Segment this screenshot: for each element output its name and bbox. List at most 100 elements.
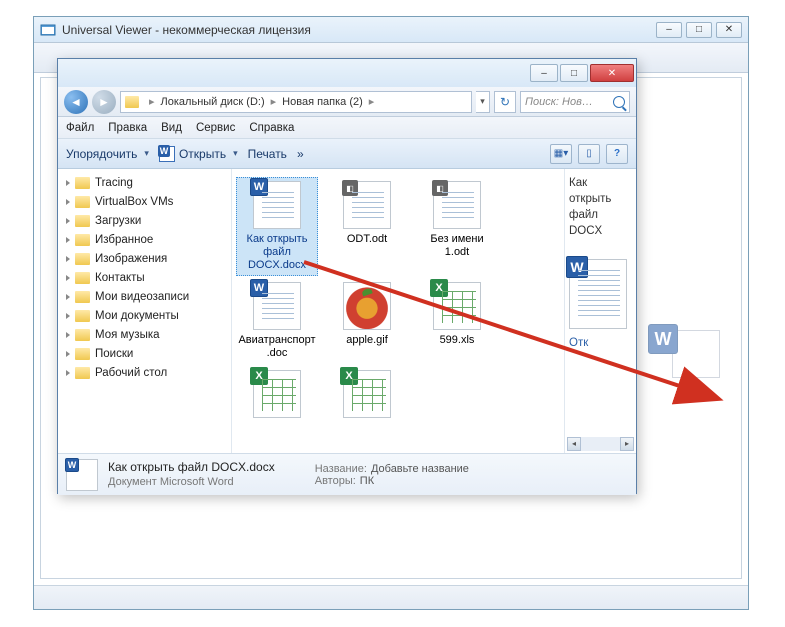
file-item[interactable]: X xyxy=(326,366,408,426)
uv-maximize-button[interactable]: □ xyxy=(686,22,712,38)
uv-minimize-button[interactable]: – xyxy=(656,22,682,38)
more-commands-button[interactable]: » xyxy=(297,147,304,161)
file-thumbnail: X xyxy=(343,370,391,418)
file-name: Авиатранспорт.doc xyxy=(238,334,316,360)
tree-item[interactable]: Моя музыка xyxy=(60,325,229,344)
tree-item-label: Мои видеозаписи xyxy=(95,291,189,303)
explorer-command-bar: Упорядочить Открыть Печать » ▦▾ ▯ ? xyxy=(58,139,636,169)
tree-item[interactable]: Изображения xyxy=(60,249,229,268)
expand-icon[interactable] xyxy=(66,275,70,281)
file-item[interactable]: X599.xls xyxy=(416,278,498,364)
nav-back-button[interactable]: ◄ xyxy=(64,90,88,114)
breadcrumb-dropdown[interactable]: ▾ xyxy=(476,91,490,113)
file-item[interactable]: WАвиатранспорт.doc xyxy=(236,278,318,364)
uv-app-icon xyxy=(40,22,56,38)
chevron-right-icon: ▸ xyxy=(365,95,379,108)
preview-pane-button[interactable]: ▯ xyxy=(578,144,600,164)
uv-statusbar xyxy=(34,585,748,609)
help-button[interactable]: ? xyxy=(606,144,628,164)
explorer-close-button[interactable]: ✕ xyxy=(590,64,634,82)
folder-icon xyxy=(75,253,90,265)
breadcrumb-part[interactable]: Новая папка (2) xyxy=(282,96,363,108)
refresh-button[interactable]: ↻ xyxy=(494,91,516,113)
details-title-label: Название: xyxy=(315,463,367,475)
file-name: apple.gif xyxy=(346,334,388,347)
chevron-right-icon: ▸ xyxy=(145,95,159,108)
search-input[interactable]: Поиск: Нов… xyxy=(520,91,630,113)
explorer-minimize-button[interactable]: – xyxy=(530,64,558,82)
file-thumbnail: W xyxy=(253,181,301,229)
file-item[interactable]: X xyxy=(236,366,318,426)
organize-button[interactable]: Упорядочить xyxy=(66,147,149,161)
scroll-right-button[interactable]: ▸ xyxy=(620,437,634,451)
tree-item[interactable]: Мои видеозаписи xyxy=(60,287,229,306)
file-item[interactable]: ◧ Без имени 1.odt xyxy=(416,177,498,276)
folder-icon xyxy=(75,367,90,379)
expand-icon[interactable] xyxy=(66,218,70,224)
expand-icon[interactable] xyxy=(66,199,70,205)
menu-file[interactable]: Файл xyxy=(66,122,94,134)
details-authors-value[interactable]: ПК xyxy=(360,475,374,487)
tree-item[interactable]: Избранное xyxy=(60,230,229,249)
file-thumbnail: ◧ xyxy=(433,181,481,229)
expand-icon[interactable] xyxy=(66,294,70,300)
expand-icon[interactable] xyxy=(66,313,70,319)
file-thumbnail: ◧ xyxy=(343,181,391,229)
open-button[interactable]: Открыть xyxy=(159,146,238,162)
folder-icon xyxy=(75,329,90,341)
tree-item[interactable]: VirtualBox VMs xyxy=(60,192,229,211)
uv-window-controls: – □ ✕ xyxy=(656,22,742,38)
file-name: ODT.odt xyxy=(347,233,387,246)
uv-close-button[interactable]: ✕ xyxy=(716,22,742,38)
file-name: Без имени 1.odt xyxy=(418,233,496,259)
uv-titlebar[interactable]: Universal Viewer - некоммерческая лиценз… xyxy=(34,17,748,43)
details-title-value[interactable]: Добавьте название xyxy=(371,463,469,475)
file-item[interactable]: ◧ ODT.odt xyxy=(326,177,408,276)
preview-line2: Отк xyxy=(569,335,632,351)
menu-service[interactable]: Сервис xyxy=(196,122,235,134)
tree-item-label: Загрузки xyxy=(95,215,141,227)
preview-thumbnail: W xyxy=(569,259,627,329)
expand-icon[interactable] xyxy=(66,180,70,186)
tree-item[interactable]: Tracing xyxy=(60,173,229,192)
menu-help[interactable]: Справка xyxy=(249,122,294,134)
folder-icon xyxy=(75,215,90,227)
expand-icon[interactable] xyxy=(66,351,70,357)
word-icon xyxy=(159,146,175,162)
breadcrumb[interactable]: ▸ Локальный диск (D:) ▸ Новая папка (2) … xyxy=(120,91,472,113)
tree-item[interactable]: Рабочий стол xyxy=(60,363,229,382)
print-button[interactable]: Печать xyxy=(248,147,287,161)
chevron-right-icon: ▸ xyxy=(267,95,281,108)
tree-item-label: Моя музыка xyxy=(95,329,160,341)
details-pane: W Как открыть файл DOCX.docx Документ Mi… xyxy=(58,453,636,495)
explorer-maximize-button[interactable]: □ xyxy=(560,64,588,82)
word-icon: W xyxy=(65,458,79,472)
view-mode-button[interactable]: ▦▾ xyxy=(550,144,572,164)
nav-forward-button[interactable]: ► xyxy=(92,90,116,114)
tree-item[interactable]: Контакты xyxy=(60,268,229,287)
expand-icon[interactable] xyxy=(66,370,70,376)
breadcrumb-part[interactable]: Локальный диск (D:) xyxy=(161,96,265,108)
scroll-left-button[interactable]: ◂ xyxy=(567,437,581,451)
expand-icon[interactable] xyxy=(66,237,70,243)
preview-scrollbar[interactable]: ◂ ▸ xyxy=(567,437,634,451)
details-thumbnail: W xyxy=(66,459,98,491)
tree-item[interactable]: Загрузки xyxy=(60,211,229,230)
expand-icon[interactable] xyxy=(66,332,70,338)
menu-view[interactable]: Вид xyxy=(161,122,182,134)
tree-item[interactable]: Мои документы xyxy=(60,306,229,325)
details-filetype: Документ Microsoft Word xyxy=(108,475,275,490)
file-list[interactable]: WКак открыть файл DOCX.docx ◧ ODT.odt ◧ Без … xyxy=(232,169,564,453)
explorer-nav-bar: ◄ ► ▸ Локальный диск (D:) ▸ Новая папка … xyxy=(58,87,636,117)
tree-item[interactable]: Поиски xyxy=(60,344,229,363)
folder-icon xyxy=(75,272,90,284)
explorer-titlebar[interactable]: – □ ✕ xyxy=(58,59,636,87)
file-thumbnail: X xyxy=(253,370,301,418)
expand-icon[interactable] xyxy=(66,256,70,262)
uv-title: Universal Viewer - некоммерческая лиценз… xyxy=(62,23,656,37)
file-item[interactable]: apple.gif xyxy=(326,278,408,364)
file-item[interactable]: WКак открыть файл DOCX.docx xyxy=(236,177,318,276)
folder-tree[interactable]: TracingVirtualBox VMs Загрузки ИзбранноеИз… xyxy=(58,169,232,453)
menu-edit[interactable]: Правка xyxy=(108,122,147,134)
search-placeholder: Поиск: Нов… xyxy=(525,96,593,108)
